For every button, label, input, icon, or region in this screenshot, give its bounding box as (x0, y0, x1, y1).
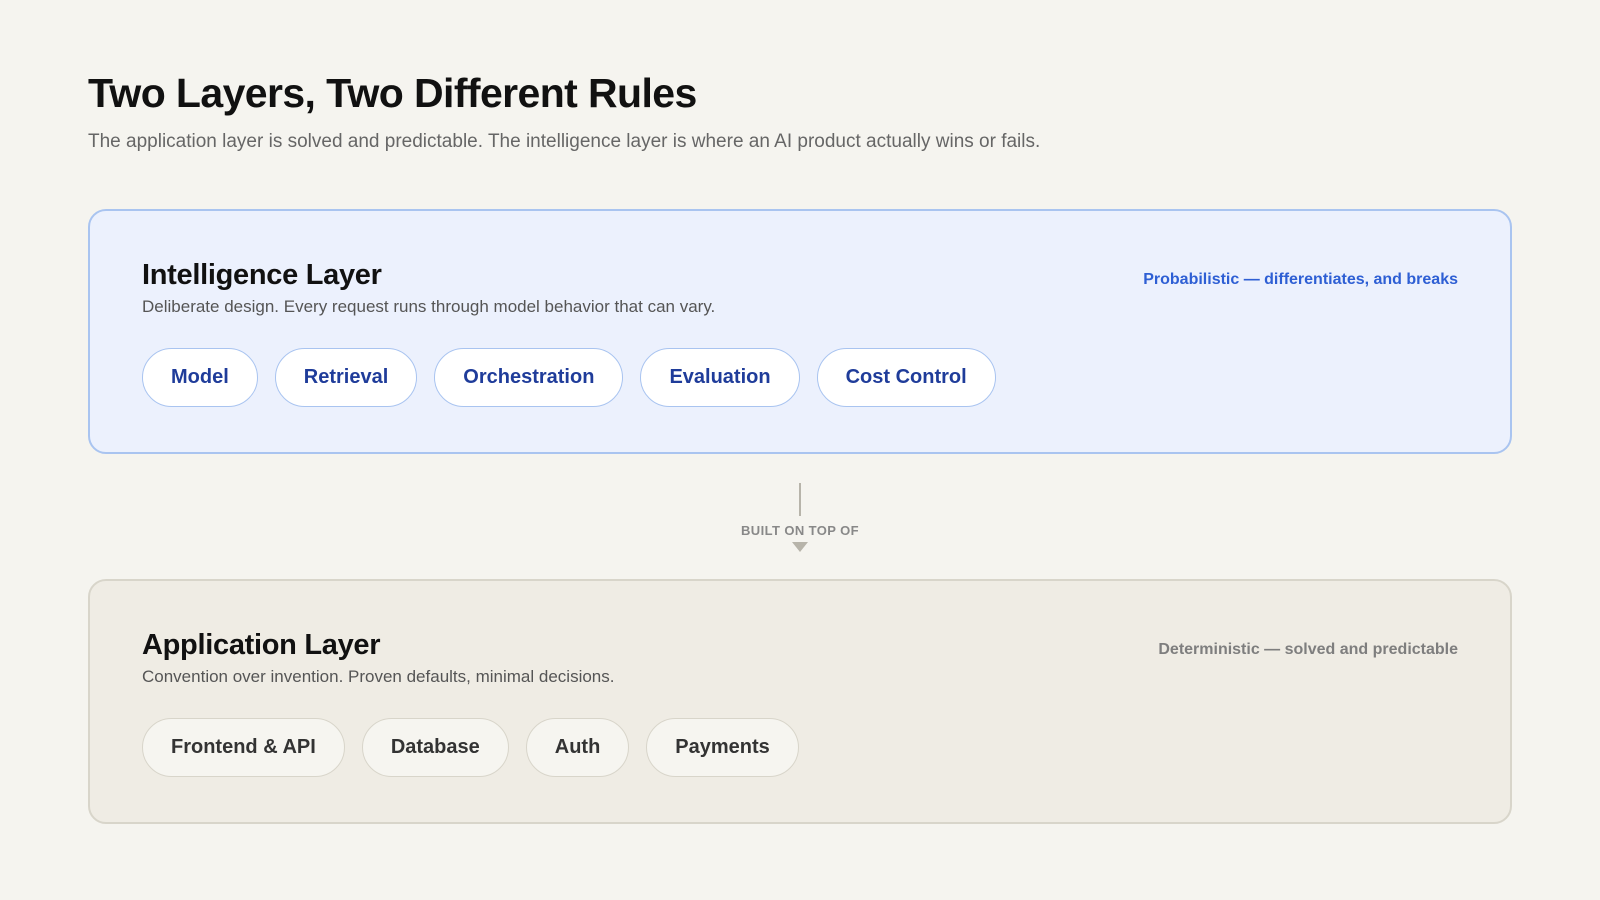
component-pill-frontend-api: Frontend & API (142, 718, 345, 777)
intelligence-layer-description: Deliberate design. Every request runs th… (142, 297, 716, 316)
application-layer-description: Convention over invention. Proven defaul… (142, 667, 615, 686)
page-title: Two Layers, Two Different Rules (88, 70, 697, 116)
component-pill-database: Database (361, 718, 509, 777)
intelligence-layer-tag: Probabilistic — differentiates, and brea… (1143, 271, 1458, 288)
layer-connector: BUILT ON TOP OF (700, 483, 900, 553)
intelligence-layer-title: Intelligence Layer (142, 259, 382, 291)
component-pill-evaluation: Evaluation (640, 348, 800, 407)
application-layer-card: Application Layer Convention over invent… (88, 579, 1512, 824)
arrow-down-icon (792, 542, 808, 552)
application-layer-tag: Deterministic — solved and predictable (1158, 641, 1458, 658)
page-subtitle: The application layer is solved and pred… (88, 131, 1041, 152)
component-pill-model: Model (142, 348, 258, 407)
application-layer-title: Application Layer (142, 629, 381, 661)
component-pill-orchestration: Orchestration (434, 348, 624, 407)
intelligence-component-list: Model Retrieval Orchestration Evaluation… (142, 348, 996, 407)
component-pill-cost-control: Cost Control (816, 348, 996, 407)
application-component-list: Frontend & API Database Auth Payments (142, 718, 799, 777)
connector-label: BUILT ON TOP OF (741, 523, 859, 538)
component-pill-payments: Payments (646, 718, 799, 777)
connector-line (799, 483, 801, 516)
component-pill-retrieval: Retrieval (274, 348, 418, 407)
component-pill-auth: Auth (525, 718, 630, 777)
intelligence-layer-card: Intelligence Layer Deliberate design. Ev… (88, 209, 1512, 454)
